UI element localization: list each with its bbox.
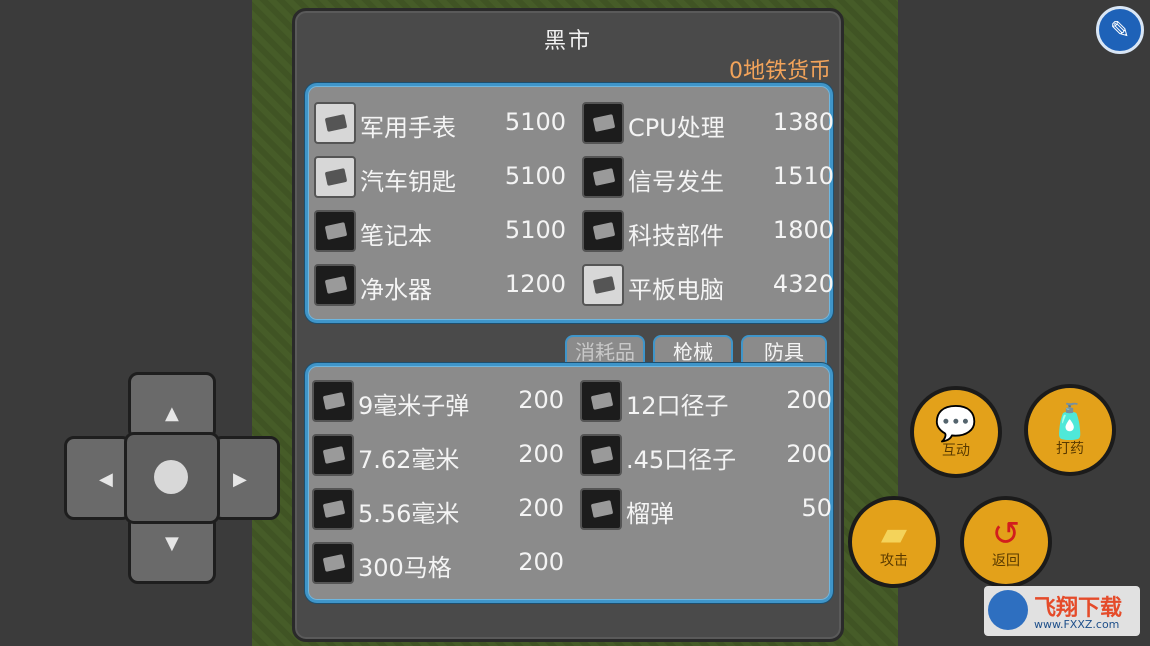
dpad-down[interactable]: ▼ — [128, 514, 216, 584]
dpad-right[interactable]: ▶ — [212, 436, 280, 520]
shop-item[interactable]: 12口径子 200 — [580, 378, 832, 424]
notebook-icon — [314, 210, 356, 252]
item-price: 1380 — [772, 108, 834, 136]
item-price: 1510 — [772, 162, 834, 190]
ammo-box-icon — [580, 434, 622, 476]
tab-armor[interactable]: 防具 — [741, 335, 827, 365]
undo-arrow-icon: ↺ — [991, 514, 1021, 554]
item-name: 12口径子 — [626, 392, 729, 420]
dpad-left[interactable]: ◀ — [64, 436, 132, 520]
item-price: 1800 — [772, 216, 834, 244]
ammo-box-icon — [312, 542, 354, 584]
shop-item[interactable]: 平板电脑 4320 — [582, 262, 834, 308]
interact-button[interactable]: 💬 互动 — [910, 386, 1002, 478]
black-market-panel: 黑市 0地铁货币 军用手表 5100 CPU处理 1380 汽车钥匙 5100 … — [292, 8, 844, 642]
shop-item[interactable]: 300马格 200 — [312, 540, 564, 586]
item-price: 50 — [801, 494, 832, 522]
item-name: 科技部件 — [628, 222, 724, 250]
item-name: 300马格 — [358, 554, 452, 582]
shop-item[interactable]: 信号发生 1510 — [582, 154, 834, 200]
item-price: 200 — [786, 440, 832, 468]
cpu-icon — [582, 102, 624, 144]
shop-item[interactable]: 9毫米子弹 200 — [312, 378, 564, 424]
arrow-up-icon: ▲ — [165, 403, 179, 424]
currency-balance: 0地铁货币 — [729, 59, 831, 84]
item-price: 5100 — [504, 162, 566, 190]
item-price: 200 — [518, 494, 564, 522]
arrow-right-icon: ▶ — [233, 469, 247, 490]
watermark-url: www.FXXZ.com — [1034, 618, 1120, 631]
back-label: 返回 — [992, 553, 1020, 569]
arrow-left-icon: ◀ — [99, 469, 113, 490]
item-name: 榴弹 — [626, 500, 674, 528]
interact-label: 互动 — [942, 443, 970, 459]
attack-button[interactable]: ▰ 攻击 — [848, 496, 940, 588]
shop-item[interactable]: .45口径子 200 — [580, 432, 832, 478]
tab-guns[interactable]: 枪械 — [653, 335, 733, 365]
item-price: 200 — [518, 548, 564, 576]
item-price: 200 — [518, 386, 564, 414]
dpad-knob[interactable] — [154, 460, 188, 494]
speech-bubble-icon: 💬 — [934, 404, 978, 444]
dpad-up[interactable]: ▲ — [128, 372, 216, 440]
ammo-box-icon — [580, 380, 622, 422]
shop-item[interactable]: 笔记本 5100 — [314, 208, 566, 254]
panel-title: 黑市 — [543, 29, 592, 54]
signal-generator-icon — [582, 156, 624, 198]
sell-items-box: 军用手表 5100 CPU处理 1380 汽车钥匙 5100 信号发生 1510… — [305, 83, 834, 323]
attack-icon: ▰ — [880, 514, 908, 554]
ammo-box-icon — [312, 434, 354, 476]
item-name: 净水器 — [360, 276, 432, 304]
item-name: 9毫米子弹 — [358, 392, 470, 420]
watermark-logo-icon — [988, 590, 1028, 630]
broom-icon[interactable]: ✎ — [1096, 6, 1144, 54]
item-name: .45口径子 — [626, 446, 737, 474]
dpad: ▲ ◀ ▶ ▼ — [64, 372, 280, 584]
item-name: 信号发生 — [628, 168, 724, 196]
item-price: 5100 — [504, 216, 566, 244]
item-name: 7.62毫米 — [358, 446, 460, 474]
shop-item[interactable]: CPU处理 1380 — [582, 100, 834, 146]
shop-item[interactable]: 净水器 1200 — [314, 262, 566, 308]
item-price: 200 — [786, 386, 832, 414]
heal-button[interactable]: 🧴 打药 — [1024, 384, 1116, 476]
item-price: 4320 — [772, 270, 834, 298]
buy-items-box: 9毫米子弹 200 12口径子 200 7.62毫米 200 .45口径子 20… — [305, 363, 833, 603]
watch-icon — [314, 102, 356, 144]
item-price: 1200 — [504, 270, 566, 298]
shop-item[interactable]: 科技部件 1800 — [582, 208, 834, 254]
attack-label: 攻击 — [880, 553, 908, 569]
item-name: 笔记本 — [360, 222, 432, 250]
water-purifier-icon — [314, 264, 356, 306]
item-name: 军用手表 — [360, 114, 456, 142]
tablet-icon — [582, 264, 624, 306]
ammo-box-icon — [312, 380, 354, 422]
tech-part-icon — [582, 210, 624, 252]
heal-label: 打药 — [1056, 441, 1084, 457]
back-button[interactable]: ↺ 返回 — [960, 496, 1052, 588]
shop-item[interactable]: 5.56毫米 200 — [312, 486, 564, 532]
grenade-icon — [580, 488, 622, 530]
arrow-down-icon: ▼ — [165, 533, 179, 554]
car-key-icon — [314, 156, 356, 198]
item-name: CPU处理 — [628, 114, 725, 142]
ammo-box-icon — [312, 488, 354, 530]
tab-consumables[interactable]: 消耗品 — [565, 335, 645, 365]
item-name: 汽车钥匙 — [360, 168, 456, 196]
shop-item[interactable]: 7.62毫米 200 — [312, 432, 564, 478]
item-name: 平板电脑 — [628, 276, 724, 304]
site-watermark: 飞翔下载 www.FXXZ.com — [984, 586, 1140, 636]
item-name: 5.56毫米 — [358, 500, 460, 528]
item-price: 200 — [518, 440, 564, 468]
item-price: 5100 — [504, 108, 566, 136]
medicine-bottle-icon: 🧴 — [1048, 402, 1092, 442]
shop-item[interactable]: 军用手表 5100 — [314, 100, 566, 146]
shop-item[interactable]: 榴弹 50 — [580, 486, 832, 532]
shop-item[interactable]: 汽车钥匙 5100 — [314, 154, 566, 200]
